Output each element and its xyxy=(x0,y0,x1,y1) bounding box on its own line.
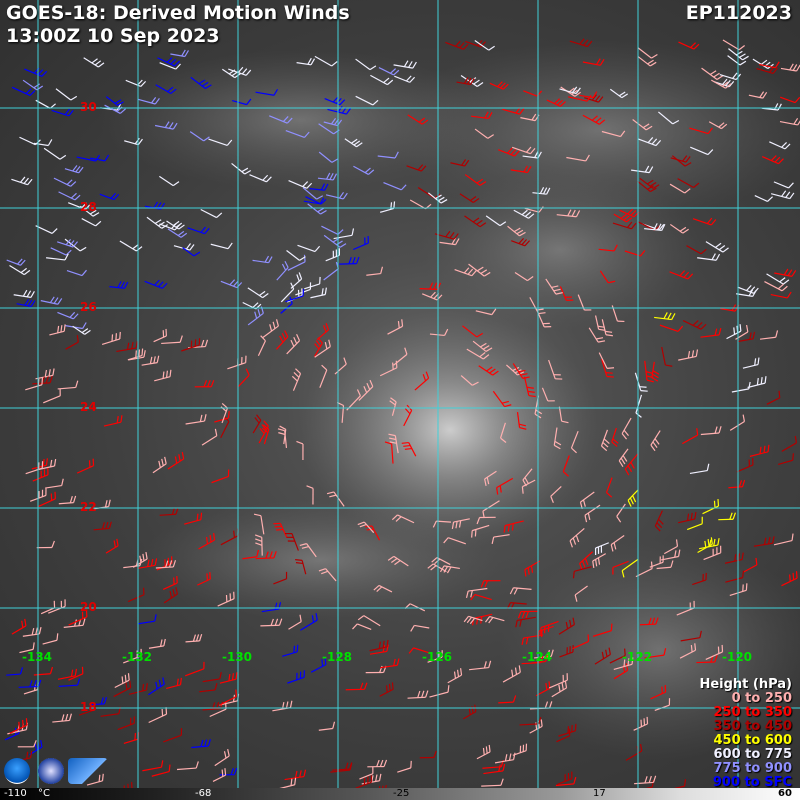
wind-map: GOES-18: Derived Motion Winds 13:00Z 10 … xyxy=(0,0,800,800)
legend-item: 350 to 450 xyxy=(713,719,792,734)
lat-label: 20 xyxy=(80,600,97,614)
lat-label: 26 xyxy=(80,300,97,314)
colorbar-label: -25 xyxy=(393,788,410,799)
storm-id: EP112023 xyxy=(685,2,792,24)
legend-item: 250 to 350 xyxy=(713,705,792,720)
lat-label: 18 xyxy=(80,700,97,714)
legend-item: 450 to 600 xyxy=(713,733,792,748)
colorbar-unit: °C xyxy=(38,788,50,799)
map-title: GOES-18: Derived Motion Winds xyxy=(6,2,350,24)
lon-label: -120 xyxy=(722,650,753,664)
lat-label: 24 xyxy=(80,400,97,414)
colorbar-label: -68 xyxy=(195,788,212,799)
lat-label: 30 xyxy=(80,100,97,114)
cira-icon xyxy=(68,758,108,784)
colorbar-label: -110 xyxy=(4,788,27,799)
lat-label: 28 xyxy=(80,200,97,214)
lon-label: -134 xyxy=(22,650,53,664)
lon-label: -132 xyxy=(122,650,153,664)
lon-label: -122 xyxy=(622,650,653,664)
legend-item: 0 to 250 xyxy=(731,691,792,706)
lon-label: -128 xyxy=(322,650,353,664)
lat-label: 22 xyxy=(80,500,97,514)
lon-label: -124 xyxy=(522,650,553,664)
legend-item: 600 to 775 xyxy=(713,747,792,762)
lon-label: -130 xyxy=(222,650,253,664)
map-timestamp: 13:00Z 10 Sep 2023 xyxy=(6,25,220,47)
lon-label: -126 xyxy=(422,650,453,664)
colorbar-label: 60 xyxy=(778,788,792,799)
nesdis-icon xyxy=(38,758,64,784)
lat-lon-grid xyxy=(0,0,800,788)
legend-title: Height (hPa) xyxy=(699,677,792,692)
noaa-icon xyxy=(4,758,30,784)
height-legend: Height (hPa) 0 to 250 250 to 350 350 to … xyxy=(699,678,792,790)
legend-item: 775 to 900 xyxy=(713,761,792,776)
colorbar-label: 17 xyxy=(593,788,606,799)
